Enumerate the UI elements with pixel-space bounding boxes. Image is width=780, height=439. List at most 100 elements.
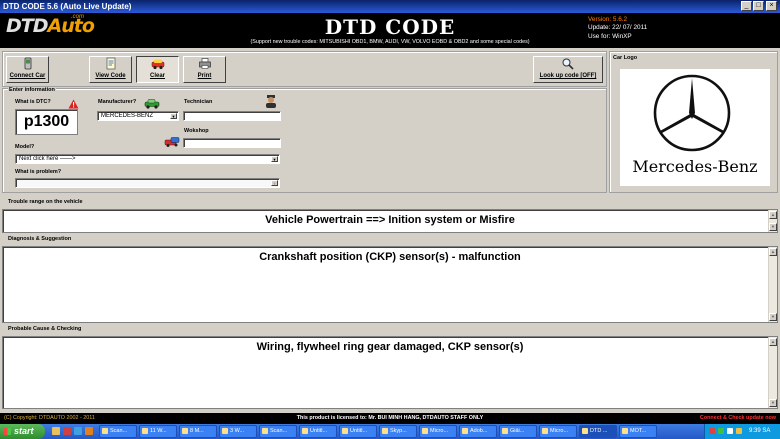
scroll-down-icon[interactable]: ▼ [769, 313, 777, 321]
taskbar-item[interactable]: Skyp... [379, 425, 417, 438]
workshop-icon [164, 135, 180, 153]
technician-input[interactable] [183, 111, 281, 121]
diagnosis-scrollbar[interactable]: ▲ ▼ [768, 247, 777, 322]
problem-select[interactable]: ▼ [15, 178, 280, 188]
taskbar-item[interactable]: 11 W... [139, 425, 177, 438]
clock[interactable]: 9:39 SA [749, 424, 770, 439]
model-value: Next click here ——> [19, 156, 76, 162]
taskbar-item[interactable]: Micro... [419, 425, 457, 438]
window-title: DTD CODE 5.6 (Auto Live Update) [3, 2, 132, 11]
manufacturer-value: MERCEDES-BENZ [101, 113, 154, 119]
maximize-button[interactable]: □ [753, 1, 764, 11]
probable-cause-scrollbar[interactable]: ▲ ▼ [768, 337, 777, 408]
dtc-input[interactable]: p1300 [15, 109, 78, 135]
workshop-label: Wokshop [184, 128, 209, 134]
taskbar-item[interactable]: Untitl... [339, 425, 377, 438]
enter-info-label: Enter information [8, 87, 56, 93]
minimize-button[interactable]: _ [741, 1, 752, 11]
update-link[interactable]: Connect & Check update now [700, 413, 776, 424]
chevron-down-icon[interactable]: ▼ [271, 156, 278, 162]
tray-antivirus-icon[interactable] [709, 428, 715, 434]
close-button[interactable]: × [766, 1, 777, 11]
task-icon [102, 428, 108, 434]
problem-label: What is problem? [15, 169, 62, 175]
use-for-text: Use for: WinXP [588, 33, 632, 40]
taskbar-item[interactable]: Giải... [499, 425, 537, 438]
taskbar-item[interactable]: Scan... [259, 425, 297, 438]
task-icon [342, 428, 348, 434]
taskbar-item[interactable]: Adob... [459, 425, 497, 438]
task-icon [302, 428, 308, 434]
trouble-range-box[interactable]: Vehicle Powertrain ==> Inition system or… [2, 209, 778, 233]
probable-cause-label: Probable Cause & Checking [8, 326, 82, 332]
start-button[interactable]: start [0, 424, 45, 439]
task-icon [462, 428, 468, 434]
car-logo-image: Mercedes-Benz [620, 69, 770, 186]
quicklaunch-app-icon[interactable] [63, 427, 71, 435]
clear-car-icon [137, 57, 178, 73]
phone-icon [7, 57, 48, 73]
trouble-range-text: Vehicle Powertrain ==> Inition system or… [265, 214, 515, 226]
scroll-up-icon[interactable]: ▲ [769, 211, 777, 219]
view-code-label: View Code [95, 73, 126, 79]
task-icon [582, 428, 588, 434]
workshop-input[interactable] [183, 138, 281, 148]
trouble-range-scrollbar[interactable]: ▲ ▼ [768, 210, 777, 232]
taskbar-item[interactable]: Micro... [539, 425, 577, 438]
car-logo-label: Car Logo [613, 55, 638, 61]
chevron-down-icon[interactable]: ▼ [271, 180, 278, 186]
model-label: Model? [15, 144, 35, 150]
manufacturer-select[interactable]: MERCEDES-BENZ ▼ [97, 111, 179, 121]
quicklaunch-media-icon[interactable] [85, 427, 93, 435]
diagnosis-box[interactable]: Crankshaft position (CKP) sensor(s) - ma… [2, 246, 778, 323]
task-icon [422, 428, 428, 434]
print-button[interactable]: Print [183, 56, 226, 83]
tray-volume-icon[interactable] [727, 428, 733, 434]
diagnosis-text: Crankshaft position (CKP) sensor(s) - ma… [259, 251, 521, 263]
system-tray: 9:39 SA [704, 424, 780, 439]
version-text: Version: 5.6.2 [588, 16, 628, 23]
scroll-up-icon[interactable]: ▲ [769, 338, 777, 346]
tray-network-icon[interactable] [718, 428, 724, 434]
view-code-button[interactable]: View Code [89, 56, 132, 83]
connect-car-button[interactable]: Connect Car [6, 56, 49, 83]
app-subtitle: (Support new trouble codes: MITSUBISHI O… [250, 39, 530, 45]
clear-button[interactable]: Clear [136, 56, 179, 83]
task-icon [222, 428, 228, 434]
code-document-icon [90, 57, 131, 73]
task-icon [382, 428, 388, 434]
scroll-down-icon[interactable]: ▼ [769, 399, 777, 407]
taskbar-item[interactable]: 8 M... [179, 425, 217, 438]
probable-cause-box[interactable]: Wiring, flywheel ring gear damaged, CKP … [2, 336, 778, 409]
taskbar-item[interactable]: Untitl... [299, 425, 337, 438]
chevron-down-icon[interactable]: ▼ [170, 113, 177, 119]
scroll-up-icon[interactable]: ▲ [769, 248, 777, 256]
look-up-code-button[interactable]: Look up code [OFF] [533, 56, 603, 83]
quicklaunch-folder-icon[interactable] [52, 427, 60, 435]
windows-flag-icon [4, 428, 11, 435]
quicklaunch-ie-icon[interactable] [74, 427, 82, 435]
task-icon [542, 428, 548, 434]
task-icon [262, 428, 268, 434]
task-icon [182, 428, 188, 434]
technician-label: Technician [184, 99, 213, 105]
diagnosis-label: Diagnosis & Suggestion [8, 236, 72, 242]
model-select[interactable]: Next click here ——> ▼ [15, 154, 280, 164]
taskbar-item[interactable]: 3 W... [219, 425, 257, 438]
taskbar-item[interactable]: MOT... [619, 425, 657, 438]
mercedes-star-icon [653, 74, 731, 152]
app-title: DTD CODE [324, 15, 456, 39]
license-text: This product is licensed to: Mr. BUI MIN… [296, 415, 484, 421]
scroll-down-icon[interactable]: ▼ [769, 223, 777, 231]
connect-car-label: Connect Car [9, 73, 46, 79]
taskbar-item-active[interactable]: DTD ... [579, 425, 617, 438]
status-footer: (C) Copyright: DTDAUTO 2002 - 2011 This … [0, 413, 780, 424]
task-icon [502, 428, 508, 434]
look-up-code-label: Look up code [OFF] [539, 73, 597, 79]
task-icon [142, 428, 148, 434]
taskbar-item[interactable]: Scan... [99, 425, 137, 438]
print-label: Print [197, 73, 212, 79]
tray-language-icon[interactable] [736, 428, 742, 434]
title-bar[interactable]: DTD CODE 5.6 (Auto Live Update) _ □ × [0, 0, 780, 13]
manufacturer-label: Manufacturer? [98, 99, 137, 105]
